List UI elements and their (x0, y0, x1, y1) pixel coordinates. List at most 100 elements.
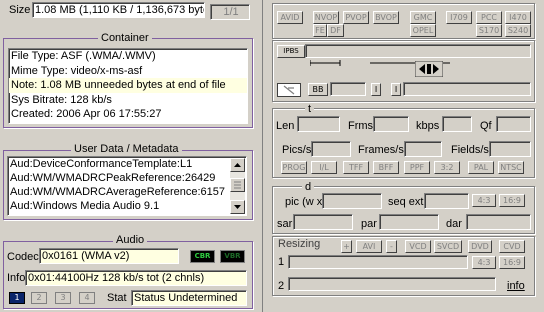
sys-bitrate-line: Sys Bitrate: 128 kb/s (11, 94, 112, 106)
gop-marker[interactable] (414, 60, 444, 78)
seq-ext-field (424, 193, 469, 209)
resize-row-2-field (288, 277, 496, 291)
audio-stream-tab-1[interactable]: 1 (9, 292, 25, 304)
codec-field[interactable]: 0x0161 (WMA v2) (39, 248, 179, 264)
audio-stream-tab-4[interactable]: 4 (79, 292, 95, 304)
ratio-16-9-button[interactable]: 16:9 (499, 194, 525, 207)
ipbs-button[interactable]: IPBS (277, 45, 305, 58)
ppf-button[interactable]: PPF (404, 161, 430, 174)
metadata-item[interactable]: Aud:DeviceConformanceTemplate:L1 (8, 157, 246, 171)
sar-field (293, 214, 353, 230)
resize-16-9-button[interactable]: 16:9 (499, 256, 525, 269)
dar-label: dar (446, 218, 462, 230)
metadata-item[interactable]: Aud:Windows Media Audio 9.1 (8, 199, 246, 213)
resize-4-3-button[interactable]: 4:3 (472, 256, 496, 269)
metadata-item[interactable]: Aud:WM/WMADRCPeakReference:26429 (8, 171, 246, 185)
opel-button[interactable]: OPEL (410, 24, 436, 37)
created-line: Created: 2006 Apr 06 17:55:27 (11, 108, 162, 120)
pulldown-button[interactable]: 3:2 (434, 161, 460, 174)
interlaced-button[interactable]: I/L (311, 161, 337, 174)
frames-per-sec-label: Frames/s (358, 144, 404, 156)
resizing-label: Resizing (278, 238, 321, 250)
qf-field (496, 116, 531, 132)
cvd-button[interactable]: CVD (499, 240, 525, 253)
i470-button[interactable]: I470 (505, 11, 531, 24)
len-label: Len (276, 120, 295, 132)
frms-label: Frms (348, 120, 374, 132)
prog-button[interactable]: PROG (281, 161, 307, 174)
gop-b-field (330, 82, 366, 96)
qf-label: Qf (480, 120, 492, 132)
par-field (379, 214, 439, 230)
seq-ext-label: seq ext (388, 196, 424, 208)
size-field[interactable]: 1.08 MB (1,110 KB / 1,136,673 byte (32, 2, 205, 18)
resize-row-1-field (288, 255, 468, 269)
gop-i-field (403, 82, 531, 96)
info-field[interactable]: 0x01:44100Hz 128 kb/s tot (2 chnls) (25, 270, 247, 286)
note-line: Note: 1.08 MB unneeded bytes at end of f… (9, 78, 247, 93)
frames-per-sec-field (404, 141, 442, 157)
pal-button[interactable]: PAL (468, 161, 494, 174)
grip-icon (234, 181, 241, 189)
scroll-down-button[interactable] (230, 200, 245, 214)
pic-size-field (322, 193, 382, 209)
audio-stream-tab-2[interactable]: 2 (31, 292, 47, 304)
metadata-list[interactable]: Aud:DeviceConformanceTemplate:L1 Aud:WM/… (7, 156, 247, 216)
sar-label: sar (277, 218, 293, 230)
file-type-line: File Type: ASF (.WMA/.WMV) (11, 50, 156, 62)
nvop-button[interactable]: NVOP (313, 11, 339, 24)
pcc-button[interactable]: PCC (476, 11, 502, 24)
ratio-4-3-button[interactable]: 4:3 (472, 194, 496, 207)
avid-button[interactable]: AVID (277, 11, 303, 24)
resize-row-1-label: 1 (278, 256, 285, 268)
resize-plus-button[interactable]: + (341, 240, 352, 253)
container-title: Container (98, 32, 152, 44)
kbps-label: kbps (416, 120, 440, 132)
i-frame-button-2[interactable]: I (391, 83, 401, 96)
metadata-title: User Data / Metadata (71, 143, 182, 155)
audio-title: Audio (113, 234, 148, 246)
scroll-up-icon (234, 163, 241, 167)
info-label: Info (7, 272, 26, 284)
resize-row-2-label: 2 (278, 280, 285, 292)
gop-toggle-button[interactable] (277, 83, 301, 97)
mime-type-line: Mime Type: video/x-ms-asf (11, 65, 143, 77)
i-frame-button-1[interactable]: I (371, 83, 381, 96)
s170-button[interactable]: S170 (476, 24, 502, 37)
scroll-up-button[interactable] (230, 158, 245, 172)
fe-button[interactable]: FE (313, 24, 327, 37)
gop-structure-field (305, 44, 531, 58)
bvop-button[interactable]: BVOP (373, 11, 399, 24)
avi-button[interactable]: AVI (356, 240, 382, 253)
df-button[interactable]: DF (327, 24, 344, 37)
pics-per-sec-label: Pics/s (282, 144, 312, 156)
stat-label: Stat (107, 292, 127, 304)
timing-title: t (305, 103, 315, 115)
vcd-button[interactable]: VCD (405, 240, 431, 253)
pvop-button[interactable]: PVOP (343, 11, 369, 24)
par-label: par (361, 218, 377, 230)
s240-button[interactable]: S240 (505, 24, 531, 37)
pic-label: pic (w x (285, 196, 323, 208)
info-link[interactable]: info (507, 280, 525, 293)
metadata-scrollbar[interactable] (230, 158, 245, 214)
vbr-badge: VBR (220, 250, 245, 263)
dvd-button[interactable]: DVD (468, 240, 492, 253)
i709-button[interactable]: I709 (446, 11, 472, 24)
bff-button[interactable]: BFF (373, 161, 399, 174)
bb-button[interactable]: BB (308, 83, 328, 96)
resize-minus-button[interactable]: - (386, 240, 397, 253)
ntsc-button[interactable]: NTSC (498, 161, 524, 174)
cursor-icon (283, 85, 295, 95)
scroll-thumb[interactable] (230, 178, 245, 192)
container-info-box: File Type: ASF (.WMA/.WMV) Mime Type: vi… (8, 48, 248, 124)
page-counter: 1/1 (210, 4, 250, 20)
kbps-field (442, 116, 472, 132)
tff-button[interactable]: TFF (343, 161, 369, 174)
svcd-button[interactable]: SVCD (434, 240, 462, 253)
frms-field (373, 116, 409, 132)
gmc-button[interactable]: GMC (410, 11, 436, 24)
audio-stream-tab-3[interactable]: 3 (55, 292, 71, 304)
len-field (297, 116, 340, 132)
metadata-item[interactable]: Aud:WM/WMADRCAverageReference:6157 (8, 185, 246, 199)
